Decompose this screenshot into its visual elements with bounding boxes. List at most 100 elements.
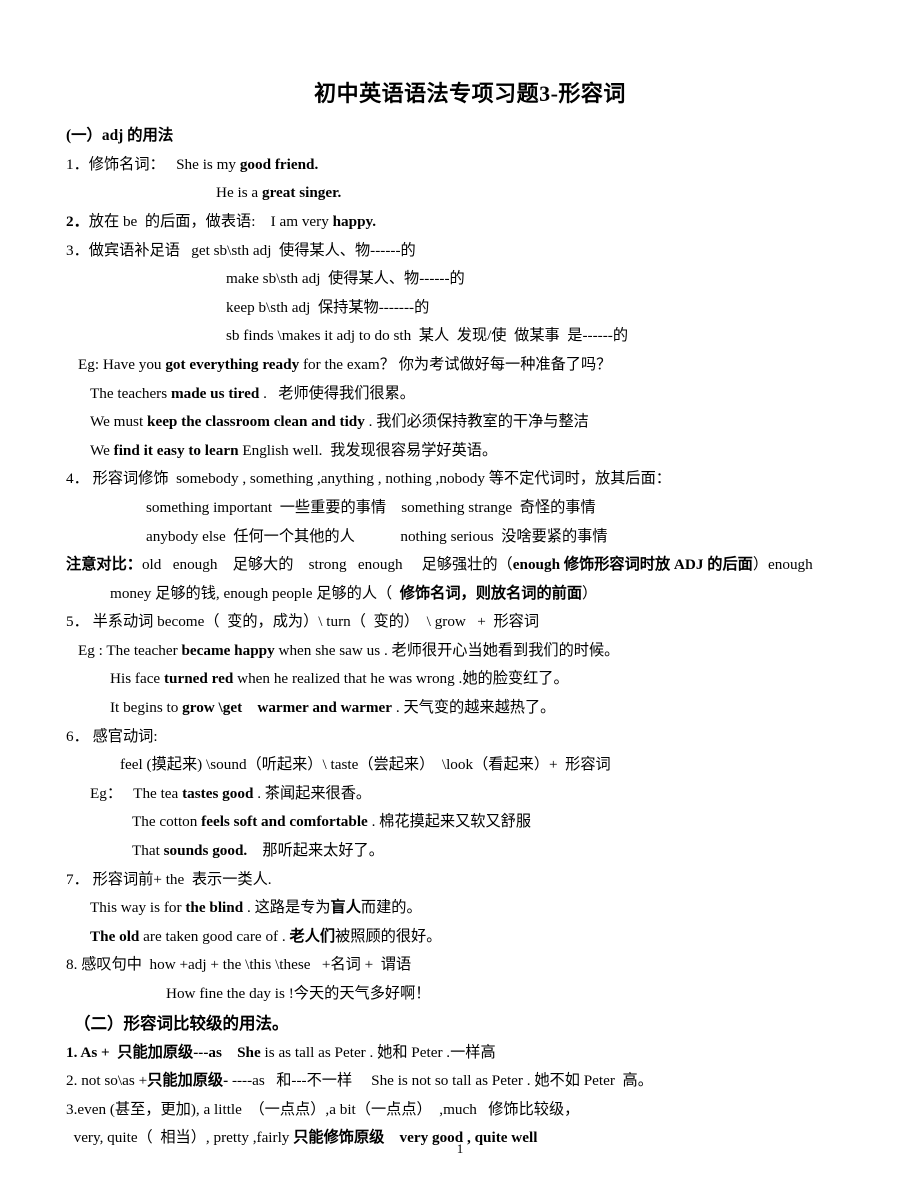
item-4-example-2: anybody else 任何一个其他的人 nothing serious 没啥… xyxy=(146,527,608,545)
item-4-number: 4． xyxy=(66,470,89,488)
pattern-make: make sb\sth adj 使得某人、物------的 xyxy=(226,270,465,288)
item-6-line: 6． 感官动词: xyxy=(66,723,880,752)
example-bold: the blind xyxy=(185,899,244,917)
item-5-example-3: It begins to grow \get warmer and warmer… xyxy=(66,694,880,723)
example-post: when she saw us . 老师很开心当她看到我们的时候。 xyxy=(274,641,620,659)
example-pre: We xyxy=(90,441,114,459)
example-bold: tastes good xyxy=(182,784,254,802)
item-7-number: 7． xyxy=(66,870,89,888)
note-compare-plain-a: old enough 足够大的 strong enough 足够强壮的（ xyxy=(141,556,513,574)
line-1-mid-bold: She xyxy=(221,1043,261,1061)
example-bold: grow \get warmer and warmer xyxy=(182,699,393,717)
document-page: 初中英语语法专项习题3-形容词 (一）adj 的用法 1．修饰名词： She i… xyxy=(0,0,920,1191)
example-bold: got everything ready xyxy=(165,355,300,373)
line-2-plain-lead: 2. not so\as + xyxy=(66,1072,148,1090)
item-5-line: 5． 半系动词 become（ 变的，成为）\ turn（ 变的） \ grow… xyxy=(66,608,880,637)
item-6-text: 感官动词: xyxy=(88,727,158,745)
note-compare2-plain-b: ） xyxy=(582,584,598,602)
example-post: 那听起来太好了。 xyxy=(247,842,384,860)
example-pre: We must xyxy=(90,413,147,431)
item-1-number: 1． xyxy=(66,155,89,173)
line-1-bold-lead: 1. As + 只能加原级---as xyxy=(66,1043,222,1061)
example-bold: became happy xyxy=(181,641,275,659)
example-post2: 而建的。 xyxy=(360,899,422,917)
example-pre: The teachers xyxy=(90,384,171,402)
example-pre: It begins to xyxy=(110,699,183,717)
item-1-example-bold: good friend. xyxy=(239,155,319,173)
item-5-number: 5． xyxy=(66,613,89,631)
item-4-line: 4． 形容词修饰 somebody , something ,anything … xyxy=(66,465,880,494)
item-6-example-3: That sounds good. 那听起来太好了。 xyxy=(66,837,880,866)
example-pre: That xyxy=(132,842,164,860)
line-1-rest: is as tall as Peter . 她和 Peter .一样高 xyxy=(260,1043,496,1061)
item-1-label: 修饰名词： xyxy=(88,155,165,173)
item-5-example-2: His face turned red when he realized tha… xyxy=(66,665,880,694)
example-bold: sounds good. xyxy=(163,842,248,860)
item-7-example-2: The old are taken good care of . 老人们被照顾的… xyxy=(66,923,880,952)
page-number: 1 xyxy=(456,1141,464,1156)
item-1-cont-plain: He is a xyxy=(216,184,262,202)
example-post: are taken good care of . xyxy=(139,927,290,945)
item-8-number: 8. xyxy=(66,956,78,974)
item-2-label: 放在 be 的后面，做表语: xyxy=(88,212,256,230)
item-1-line: 1．修饰名词： She is my good friend. xyxy=(66,151,880,180)
item-2-line: 2．放在 be 的后面，做表语: I am very happy. xyxy=(66,208,880,237)
item-7-example-1: This way is for the blind . 这路是专为盲人而建的。 xyxy=(66,894,880,923)
example-bold: made us tired xyxy=(170,384,260,402)
item-5-text: 半系动词 become（ 变的，成为）\ turn（ 变的） \ grow + … xyxy=(88,613,540,631)
example-pre: The cotton xyxy=(132,813,202,831)
item-6-example-1: Eg： The tea tastes good . 茶闻起来很香。 xyxy=(66,780,880,809)
example-bold: keep the classroom clean and tidy xyxy=(147,413,365,431)
section-one-heading: (一）adj 的用法 xyxy=(66,127,174,145)
item-3-number: 3． xyxy=(66,241,89,259)
example-post: . 天气变的越来越热了。 xyxy=(392,699,556,717)
section-two-line-1: 1. As + 只能加原级---as She is as tall as Pet… xyxy=(66,1039,880,1068)
item-1-example-plain: She is my xyxy=(164,155,240,173)
pattern-sb-finds: sb finds \makes it adj to do sth 某人 发现/使… xyxy=(226,327,629,345)
example-post: . 这路是专为 xyxy=(243,899,331,917)
line-2-rest: ----as 和---不一样 She is not so tall as Pet… xyxy=(228,1072,653,1090)
line-2-bold-lead: 只能加原级- xyxy=(147,1072,229,1090)
example-got-everything-ready: Eg: Have you got everything ready for th… xyxy=(66,351,880,380)
note-compare-line-1: 注意对比：old enough 足够大的 strong enough 足够强壮的… xyxy=(66,551,880,580)
item-2-example-plain: I am very xyxy=(255,212,333,230)
example-pre: His face xyxy=(110,670,164,688)
example-pre: Eg : The teacher xyxy=(78,641,182,659)
item-4-text: 形容词修饰 somebody , something ,anything , n… xyxy=(88,470,671,488)
example-bold: find it easy to learn xyxy=(113,441,239,459)
item-8-text: 感叹句中 how +adj + the \this \these +名词 + 谓… xyxy=(77,956,412,974)
note-compare-line-2: money 足够的钱, enough people 足够的人（ 修饰名词，则放名… xyxy=(66,580,880,609)
note-compare-plain-b: ）enough xyxy=(752,556,813,574)
example-post: . 老师使得我们很累。 xyxy=(259,384,415,402)
item-6-example-2: The cotton feels soft and comfortable . … xyxy=(66,808,880,837)
example-pre: Eg: Have you xyxy=(78,355,166,373)
example-find-it-easy: We find it easy to learn English well. 我… xyxy=(66,437,880,466)
example-keep-classroom: We must keep the classroom clean and tid… xyxy=(66,408,880,437)
section-two-line-2: 2. not so\as +只能加原级- ----as 和---不一样 She … xyxy=(66,1067,880,1096)
example-post: when he realized that he was wrong .她的脸变… xyxy=(233,670,569,688)
example-made-us-tired: The teachers made us tired . 老师使得我们很累。 xyxy=(66,380,880,409)
item-2-number: 2． xyxy=(66,212,89,230)
note-compare2-bold: 修饰名词，则放名词的前面 xyxy=(399,584,583,602)
item-6-pattern: feel (摸起来) \sound（听起来）\ taste（尝起来） \look… xyxy=(120,756,611,774)
example-post: . 我们必须保持教室的干净与整洁 xyxy=(364,413,589,431)
example-post: . 茶闻起来很香。 xyxy=(253,784,372,802)
note-compare-label: 注意对比： xyxy=(66,556,142,574)
item-4-example-1: something important 一些重要的事情 something st… xyxy=(146,498,596,516)
document-body: (一）adj 的用法 1．修饰名词： She is my good friend… xyxy=(0,106,920,1153)
example-pre: Eg： The tea xyxy=(90,784,183,802)
example-post: for the exam？ 你为考试做好每一种准备了吗？ xyxy=(299,355,612,373)
item-3-line: 3．做宾语补足语 get sb\sth adj 使得某人、物------的 xyxy=(66,237,880,266)
note-compare2-plain-a: money 足够的钱, enough people 足够的人（ xyxy=(110,584,400,602)
example-post-bold: 盲人 xyxy=(330,899,361,917)
pattern-keep: keep b\sth adj 保持某物-------的 xyxy=(226,298,430,316)
item-5-example-1: Eg : The teacher became happy when she s… xyxy=(66,637,880,666)
item-1-cont-bold: great singer. xyxy=(261,184,342,202)
page-title: 初中英语语法专项习题3-形容词 xyxy=(314,81,626,106)
section-two-heading: （二）形容词比较级的用法。 xyxy=(74,1013,289,1033)
example-post: English well. 我发现很容易学好英语。 xyxy=(238,441,498,459)
example-bold: feels soft and comfortable xyxy=(201,813,368,831)
item-8-example: How fine the day is !今天的天气多好啊！ xyxy=(166,985,431,1002)
item-3-example-plain: get sb\sth adj 使得某人、物------的 xyxy=(179,241,416,259)
item-2-example-bold: happy. xyxy=(332,212,377,230)
